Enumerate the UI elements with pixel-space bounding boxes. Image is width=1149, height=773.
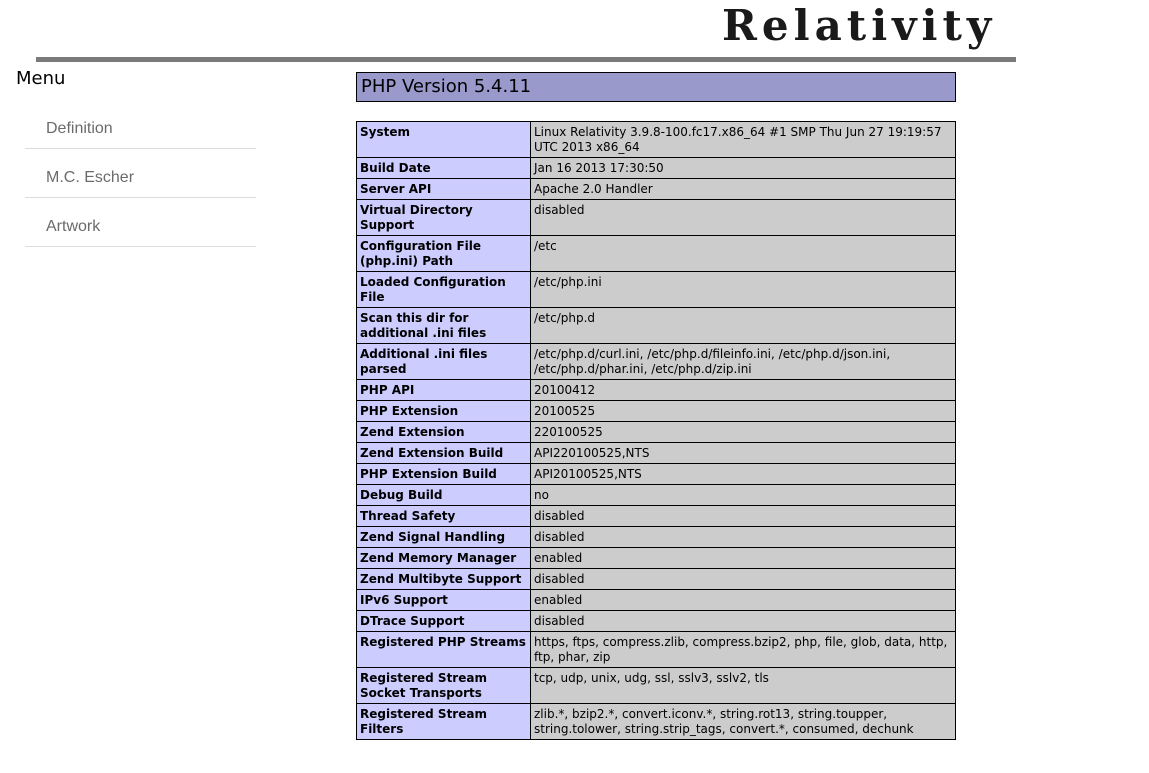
setting-name-cell: Configuration File (php.ini) Path: [356, 235, 531, 272]
table-row: Configuration File (php.ini) Path/etc: [356, 235, 956, 272]
setting-value-cell: 20100412: [530, 379, 956, 401]
setting-name-cell: Registered Stream Filters: [356, 703, 531, 740]
setting-value-cell: https, ftps, compress.zlib, compress.bzi…: [530, 631, 956, 668]
table-row: PHP API 20100412: [356, 379, 956, 401]
phpinfo-table: System Linux Relativity 3.9.8-100.fc17.x8…: [356, 121, 956, 740]
setting-value-cell: disabled: [530, 199, 956, 236]
table-row: Registered PHP Streams https, ftps, compr…: [356, 631, 956, 668]
table-row: Scan this dir for additional .ini files /…: [356, 307, 956, 344]
setting-value-cell: tcp, udp, unix, udg, ssl, sslv3, sslv2, …: [530, 667, 956, 704]
sidebar-menu: Definition M.C. Escher Artwork: [25, 100, 256, 247]
menu-title: Menu: [16, 68, 66, 89]
table-row: IPv6 Support enabled: [356, 589, 956, 611]
setting-value-cell: API220100525,NTS: [530, 442, 956, 464]
setting-name-cell: Build Date: [356, 157, 531, 179]
table-row: System Linux Relativity 3.9.8-100.fc17.x8…: [356, 121, 956, 158]
setting-name-cell: System: [356, 121, 531, 158]
menu-item-definition: Definition: [25, 100, 256, 149]
setting-name-cell: Zend Memory Manager: [356, 547, 531, 569]
table-row: PHP Extension 20100525: [356, 400, 956, 422]
table-row: Zend Extension Build API220100525,NTS: [356, 442, 956, 464]
setting-name-cell: Zend Signal Handling: [356, 526, 531, 548]
setting-value-cell: 220100525: [530, 421, 956, 443]
setting-value-cell: no: [530, 484, 956, 506]
setting-value-cell: enabled: [530, 547, 956, 569]
table-row: Server API Apache 2.0 Handler: [356, 178, 956, 200]
site-logo: Relativity: [722, 1, 997, 50]
table-row: Registered Stream Socket Transports tcp, …: [356, 667, 956, 704]
table-row: Zend Multibyte Support disabled: [356, 568, 956, 590]
setting-name-cell: PHP API: [356, 379, 531, 401]
setting-name-cell: Additional .ini files parsed: [356, 343, 531, 380]
setting-name-cell: PHP Extension: [356, 400, 531, 422]
setting-name-cell: Zend Multibyte Support: [356, 568, 531, 590]
setting-value-cell: enabled: [530, 589, 956, 611]
setting-value-cell: Linux Relativity 3.9.8-100.fc17.x86_64 #…: [530, 121, 956, 158]
setting-value-cell: 20100525: [530, 400, 956, 422]
menu-link-mc-escher[interactable]: M.C. Escher: [46, 169, 134, 187]
header-divider: [36, 57, 1016, 62]
setting-name-cell: Loaded Configuration File: [356, 271, 531, 308]
setting-value-cell: /etc: [530, 235, 956, 272]
table-row: Registered Stream Filters zlib.*, bzip2.*…: [356, 703, 956, 740]
setting-name-cell: Thread Safety: [356, 505, 531, 527]
table-row: Additional .ini files parsed/etc/php.d/c…: [356, 343, 956, 380]
menu-item-mc-escher: M.C. Escher: [25, 149, 256, 198]
table-row: Thread Safety disabled: [356, 505, 956, 527]
setting-name-cell: Scan this dir for additional .ini files: [356, 307, 531, 344]
setting-name-cell: DTrace Support: [356, 610, 531, 632]
setting-value-cell: /etc/php.d/curl.ini, /etc/php.d/fileinfo…: [530, 343, 956, 380]
menu-link-artwork[interactable]: Artwork: [46, 218, 100, 236]
menu-link-definition[interactable]: Definition: [46, 120, 113, 138]
table-row: Loaded Configuration File/etc/php.ini: [356, 271, 956, 308]
setting-value-cell: /etc/php.ini: [530, 271, 956, 308]
setting-value-cell: disabled: [530, 610, 956, 632]
setting-name-cell: Zend Extension: [356, 421, 531, 443]
setting-value-cell: Apache 2.0 Handler: [530, 178, 956, 200]
table-row: Virtual Directory Support disabled: [356, 199, 956, 236]
setting-value-cell: disabled: [530, 568, 956, 590]
setting-name-cell: PHP Extension Build: [356, 463, 531, 485]
table-row: Zend Memory Manager enabled: [356, 547, 956, 569]
table-row: Zend Signal Handling disabled: [356, 526, 956, 548]
phpinfo-content: PHP Version 5.4.11 System Linux Relativit…: [356, 72, 956, 740]
setting-value-cell: disabled: [530, 505, 956, 527]
table-row: DTrace Support disabled: [356, 610, 956, 632]
setting-name-cell: Server API: [356, 178, 531, 200]
setting-name-cell: IPv6 Support: [356, 589, 531, 611]
setting-value-cell: Jan 16 2013 17:30:50: [530, 157, 956, 179]
setting-value-cell: API20100525,NTS: [530, 463, 956, 485]
setting-name-cell: Debug Build: [356, 484, 531, 506]
setting-name-cell: Registered PHP Streams: [356, 631, 531, 668]
table-row: Zend Extension 220100525: [356, 421, 956, 443]
setting-name-cell: Virtual Directory Support: [356, 199, 531, 236]
setting-value-cell: zlib.*, bzip2.*, convert.iconv.*, string…: [530, 703, 956, 740]
menu-item-artwork: Artwork: [25, 198, 256, 247]
setting-name-cell: Zend Extension Build: [356, 442, 531, 464]
php-version-title: PHP Version 5.4.11: [356, 72, 956, 102]
table-row: Debug Build no: [356, 484, 956, 506]
setting-name-cell: Registered Stream Socket Transports: [356, 667, 531, 704]
table-row: PHP Extension Build API20100525,NTS: [356, 463, 956, 485]
table-row: Build Date Jan 16 2013 17:30:50: [356, 157, 956, 179]
setting-value-cell: /etc/php.d: [530, 307, 956, 344]
setting-value-cell: disabled: [530, 526, 956, 548]
